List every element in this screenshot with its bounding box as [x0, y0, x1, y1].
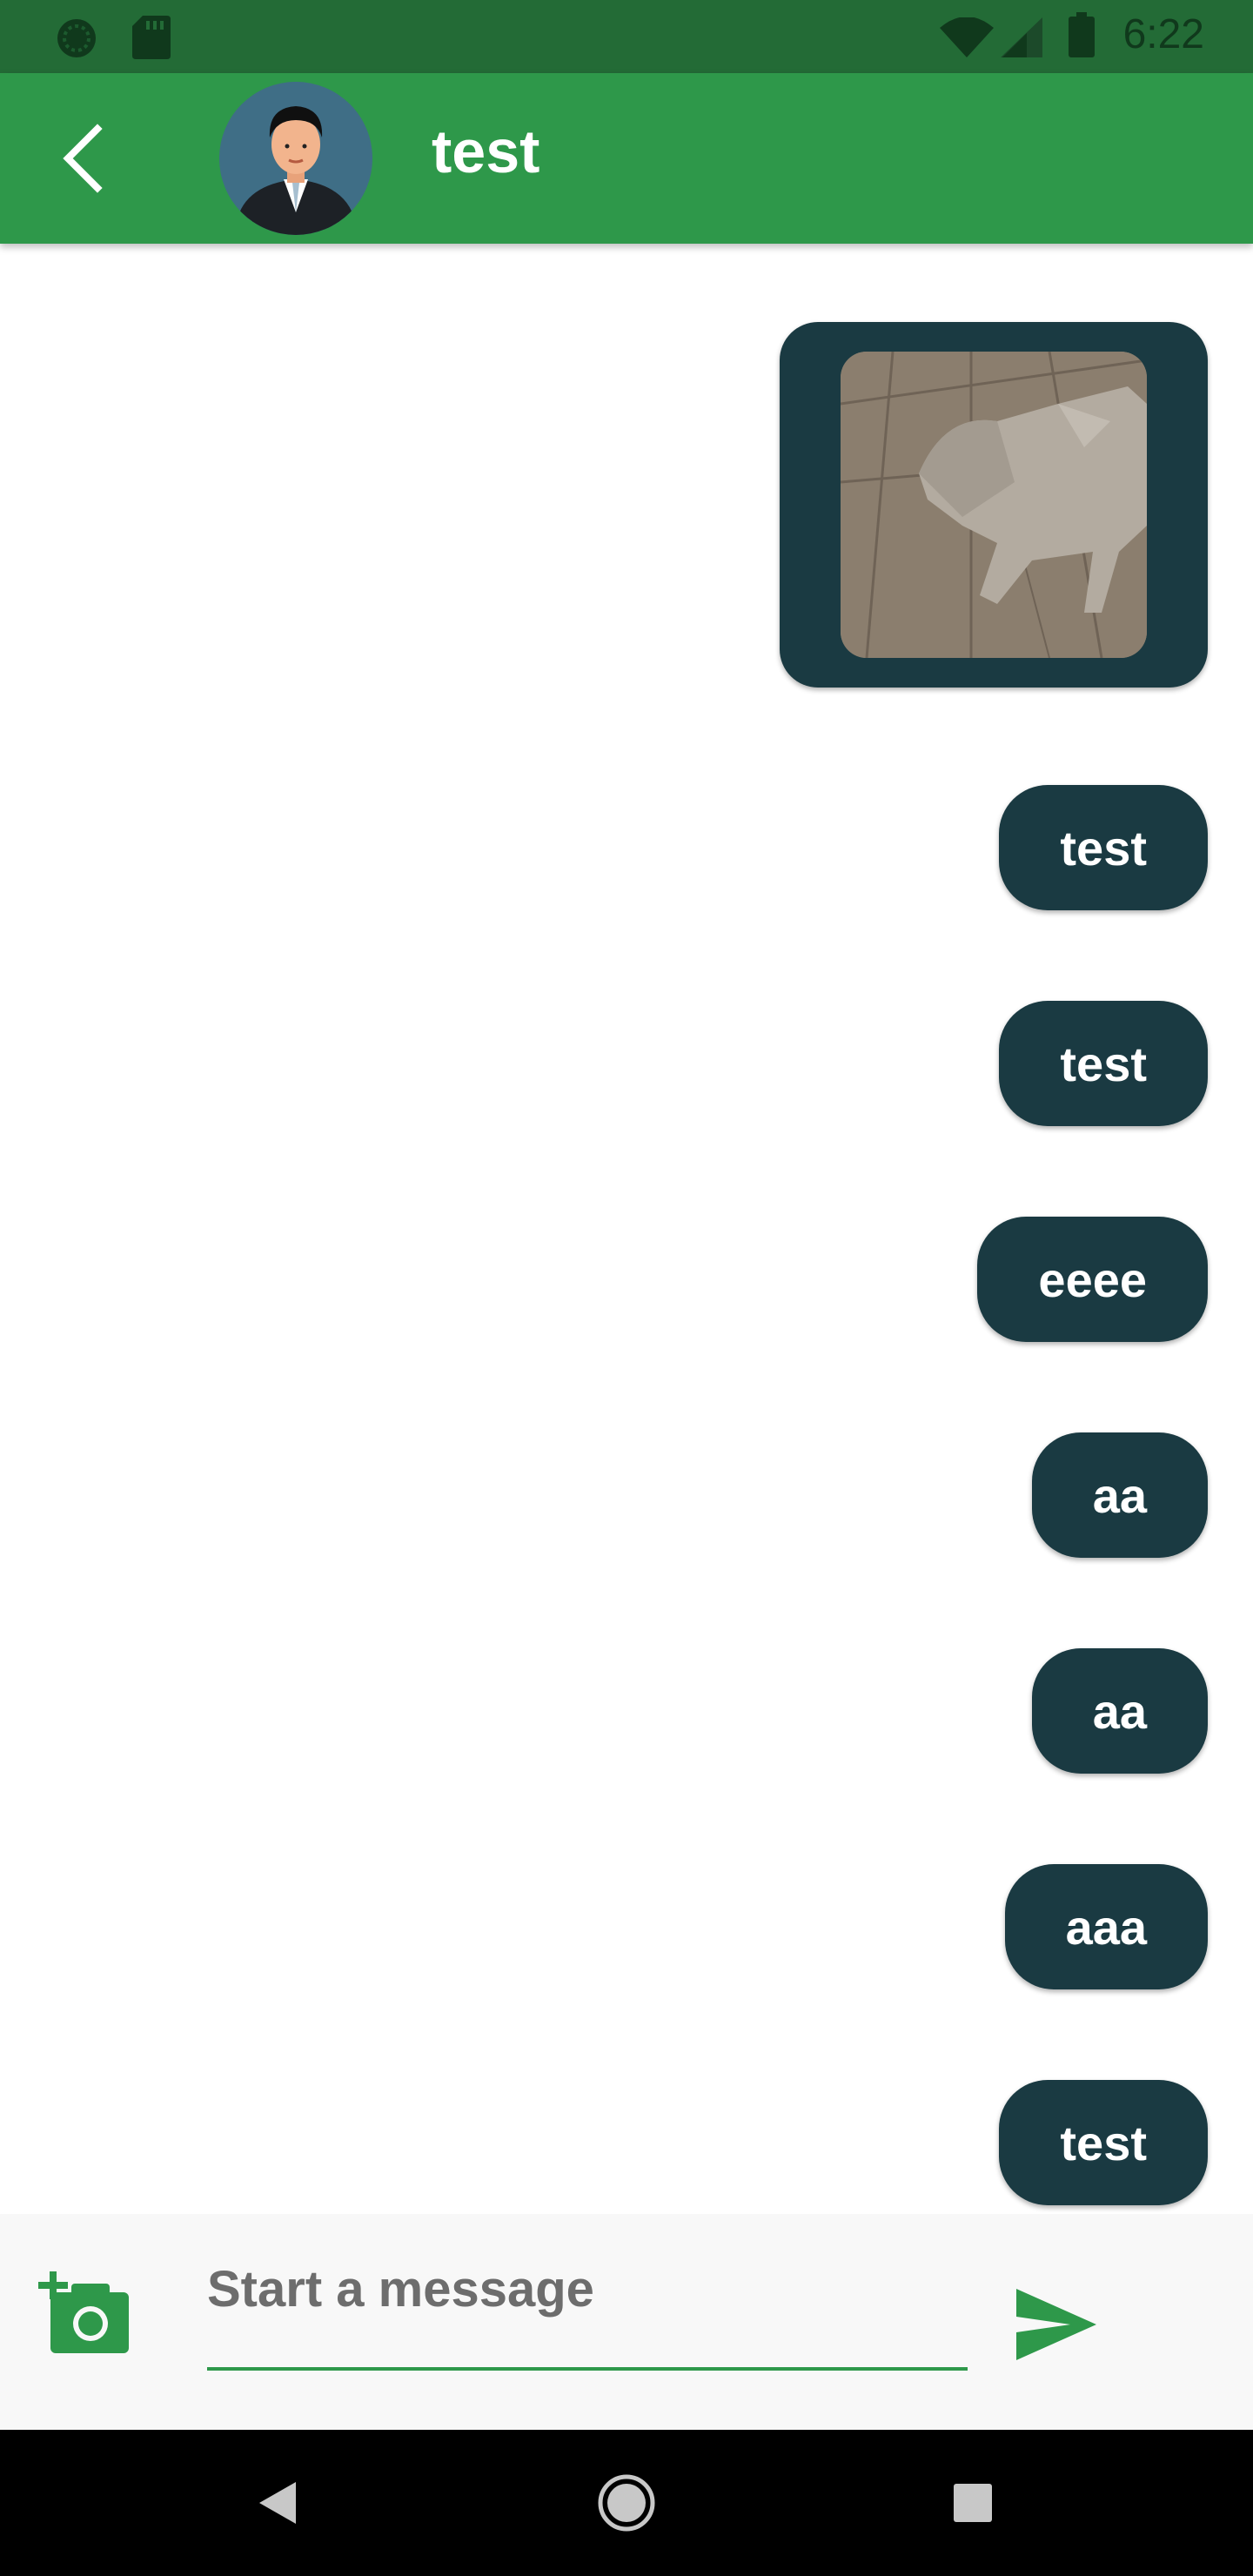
businessman-avatar-icon	[219, 82, 372, 235]
send-icon	[1016, 2289, 1096, 2360]
status-bar: 6:22	[0, 0, 1253, 73]
input-underline	[207, 2367, 968, 2371]
send-button[interactable]	[1013, 2285, 1100, 2364]
battery-icon	[1069, 12, 1095, 57]
message-composer	[0, 2214, 1253, 2430]
sd-card-icon	[132, 16, 171, 59]
message-bubble[interactable]: aaa	[1004, 1864, 1208, 1989]
system-nav-bar	[0, 2430, 1253, 2576]
message-list[interactable]: test test eeee aa aa aaa test	[0, 244, 1253, 2214]
image-message-bubble[interactable]	[780, 322, 1208, 688]
nav-recents-icon[interactable]	[938, 2468, 1008, 2538]
signal-icon	[1001, 17, 1042, 57]
status-time: 6:22	[1122, 11, 1204, 57]
message-input[interactable]	[207, 2254, 968, 2324]
add-photo-icon	[38, 2271, 129, 2353]
message-bubble[interactable]: eeee	[977, 1217, 1208, 1342]
message-bubble[interactable]: aa	[1031, 1648, 1208, 1774]
message-bubble[interactable]: aa	[1031, 1432, 1208, 1558]
message-bubble[interactable]: test	[999, 1001, 1208, 1126]
add-photo-button[interactable]	[38, 2271, 134, 2358]
nav-home-icon[interactable]	[592, 2468, 661, 2538]
chevron-left-icon	[63, 124, 103, 193]
message-bubble[interactable]: test	[999, 2080, 1208, 2205]
nav-back-icon[interactable]	[244, 2468, 313, 2538]
back-button[interactable]	[49, 122, 122, 195]
app-bar: test	[0, 73, 1253, 244]
dog-photo[interactable]	[841, 352, 1147, 658]
avatar[interactable]	[219, 82, 372, 235]
message-bubble[interactable]: test	[999, 785, 1208, 910]
chat-title: test	[432, 117, 540, 185]
wifi-icon	[940, 17, 994, 57]
dog-photo-image	[841, 352, 1147, 658]
sync-icon	[57, 19, 96, 57]
